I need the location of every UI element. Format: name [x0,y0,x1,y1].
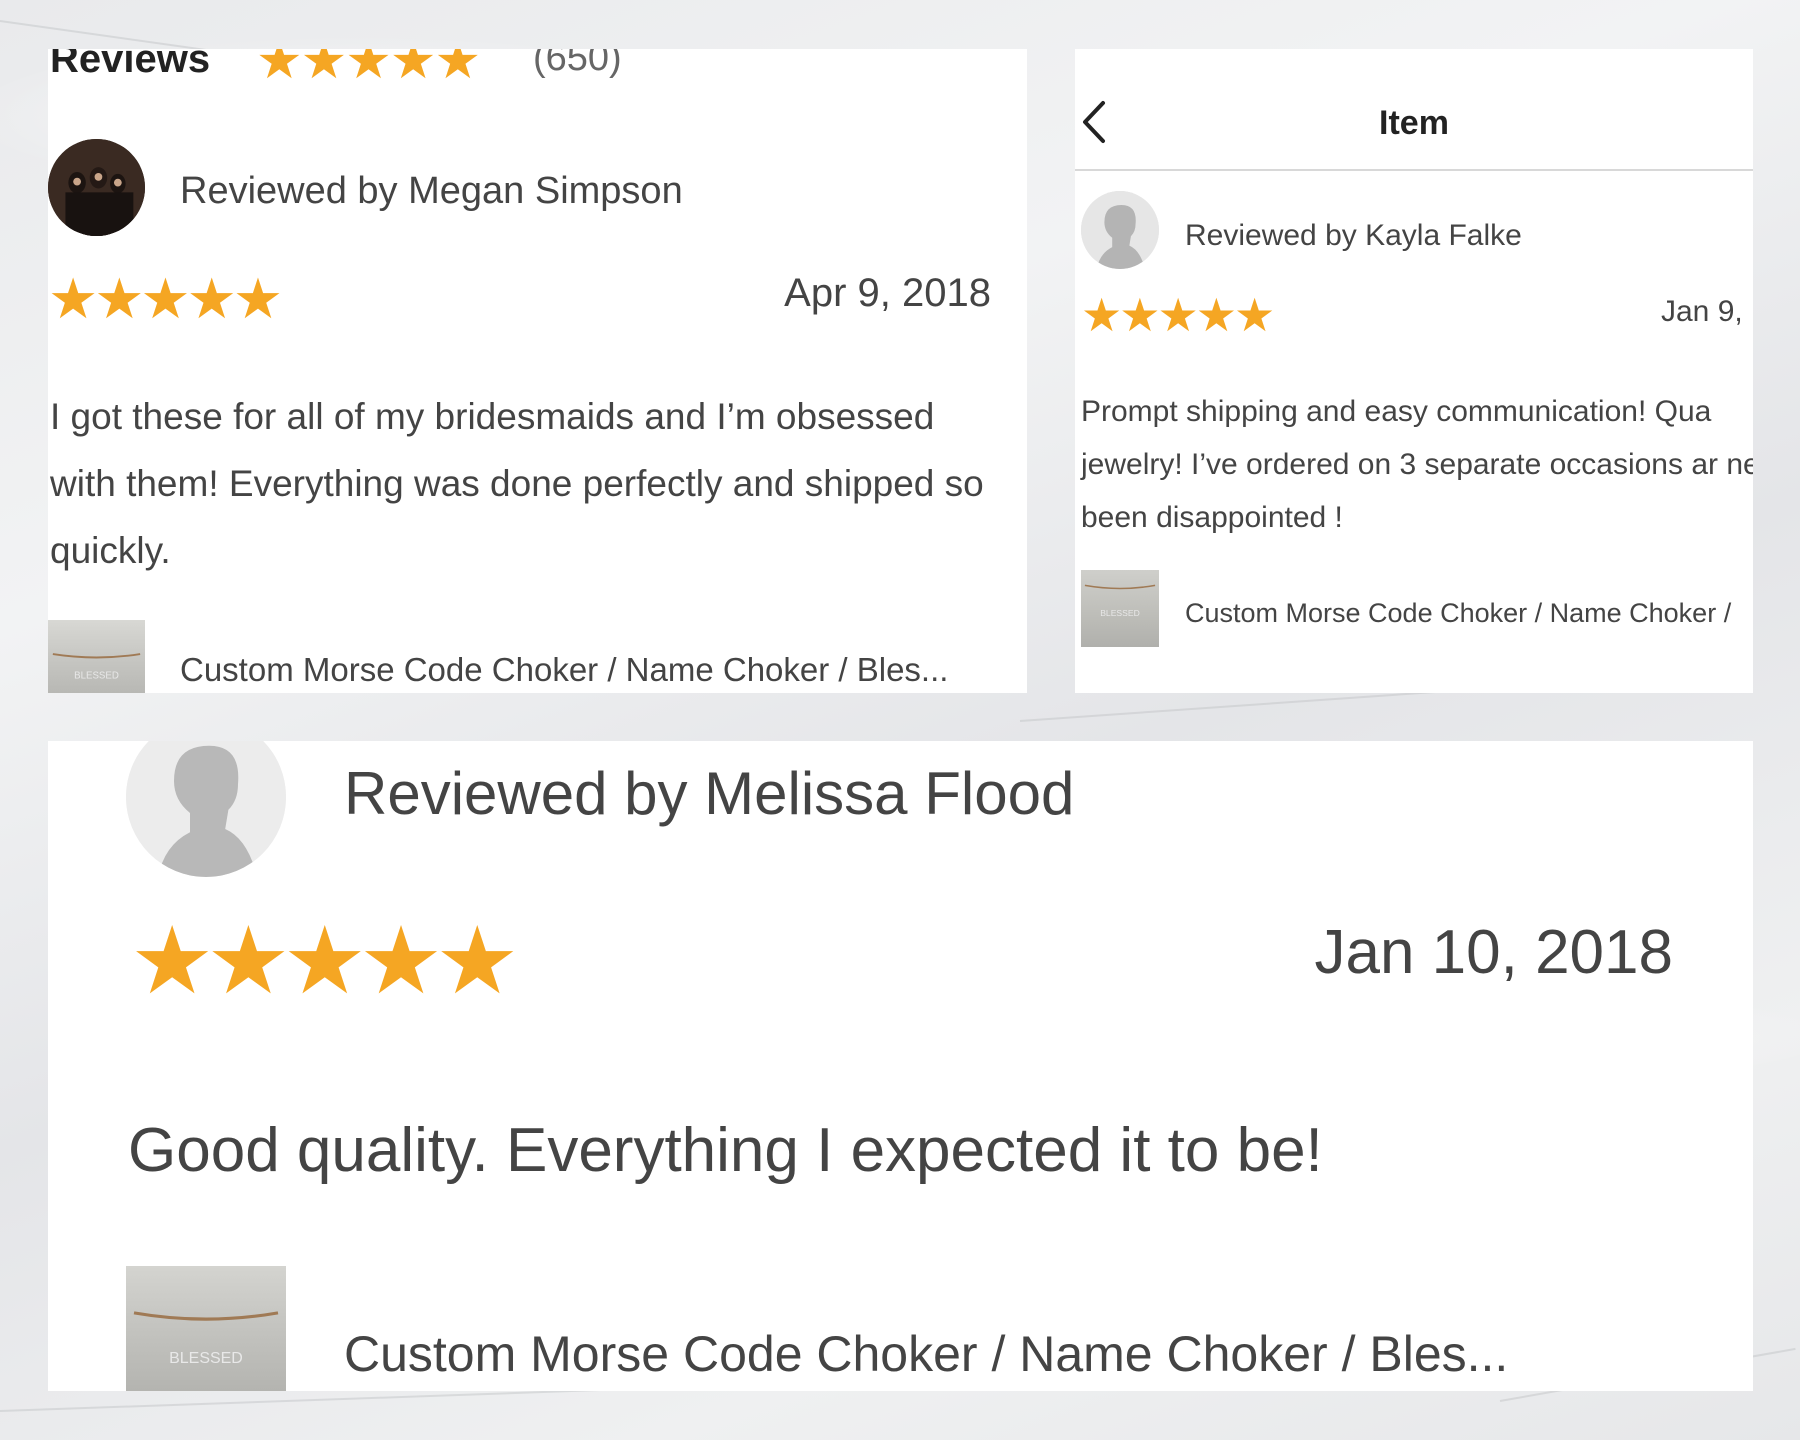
review-card-melissa: Reviewed by Melissa Flood ★ ★ ★ ★ ★ Jan 10, … [48,741,1753,1391]
product-link[interactable]: Custom Morse Code Choker / Name Choker /… [344,1325,1508,1383]
marble-vein [1019,690,1440,722]
star-icon: ★ [1119,289,1160,341]
star-icon: ★ [1195,289,1237,341]
reviewer-name[interactable]: Reviewed by Melissa Flood [344,759,1074,828]
star-icon: ★ [232,267,283,330]
star-icon: ★ [130,908,214,1013]
review-date: Jan 10, 2018 [1314,918,1673,987]
review-count: (650) [533,49,622,79]
star-icon: ★ [282,908,367,1013]
overall-rating-stars: ★ ★ ★ ★ ★ [256,49,482,90]
star-icon: ★ [94,267,144,330]
avatar[interactable] [126,741,286,877]
star-icon: ★ [256,49,303,90]
star-icon: ★ [1234,289,1275,341]
reviews-heading: Reviews [50,49,211,81]
star-icon: ★ [300,49,348,90]
review-date: Jan 9, [1661,295,1743,328]
star-icon: ★ [1081,289,1122,341]
review-text: Good quality. Everything I expected it t… [128,1116,1323,1185]
star-icon: ★ [48,267,98,330]
svg-text:BLESSED: BLESSED [169,1350,243,1367]
avatar[interactable] [1081,191,1159,269]
product-thumbnail[interactable]: BLESSED [1081,570,1159,647]
star-icon: ★ [186,267,237,330]
star-icon: ★ [358,908,443,1013]
header-divider [1075,169,1753,171]
star-icon: ★ [345,49,392,90]
product-thumbnail[interactable]: BLESSED [48,620,145,693]
product-thumbnail[interactable]: BLESSED [126,1266,286,1391]
marble-vein [0,1389,600,1412]
star-icon: ★ [206,908,290,1013]
review-card-megan: Reviews ★ ★ ★ ★ ★ (650) Reviewed by Megan Si… [48,49,1027,693]
reviewer-name[interactable]: Reviewed by Megan Simpson [180,170,683,213]
product-link[interactable]: Custom Morse Code Choker / Name Choker / [1185,598,1731,629]
svg-text:BLESSED: BLESSED [74,670,119,681]
review-text: I got these for all of my bridesmaids an… [50,396,984,571]
star-icon: ★ [434,49,482,90]
svg-text:BLESSED: BLESSED [1100,608,1140,618]
review-rating-stars: ★ ★ ★ ★ ★ [130,908,519,1013]
star-icon: ★ [435,908,519,1013]
star-icon: ★ [140,267,190,330]
star-icon: ★ [389,49,437,90]
review-rating-stars: ★ ★ ★ ★ ★ [1081,289,1275,341]
review-date: Apr 9, 2018 [784,271,991,315]
star-icon: ★ [1157,289,1199,341]
review-text: Prompt shipping and easy communication! … [1081,395,1753,534]
page-title: Item [1379,104,1449,142]
review-rating-stars: ★ ★ ★ ★ ★ [48,267,283,330]
product-link[interactable]: Custom Morse Code Choker / Name Choker /… [180,651,948,689]
avatar[interactable] [48,139,145,236]
reviewer-name[interactable]: Reviewed by Kayla Falke [1185,219,1522,253]
review-card-kayla: Item Reviewed by Kayla Falke ★ ★ ★ ★ ★ Jan 9… [1075,49,1753,693]
